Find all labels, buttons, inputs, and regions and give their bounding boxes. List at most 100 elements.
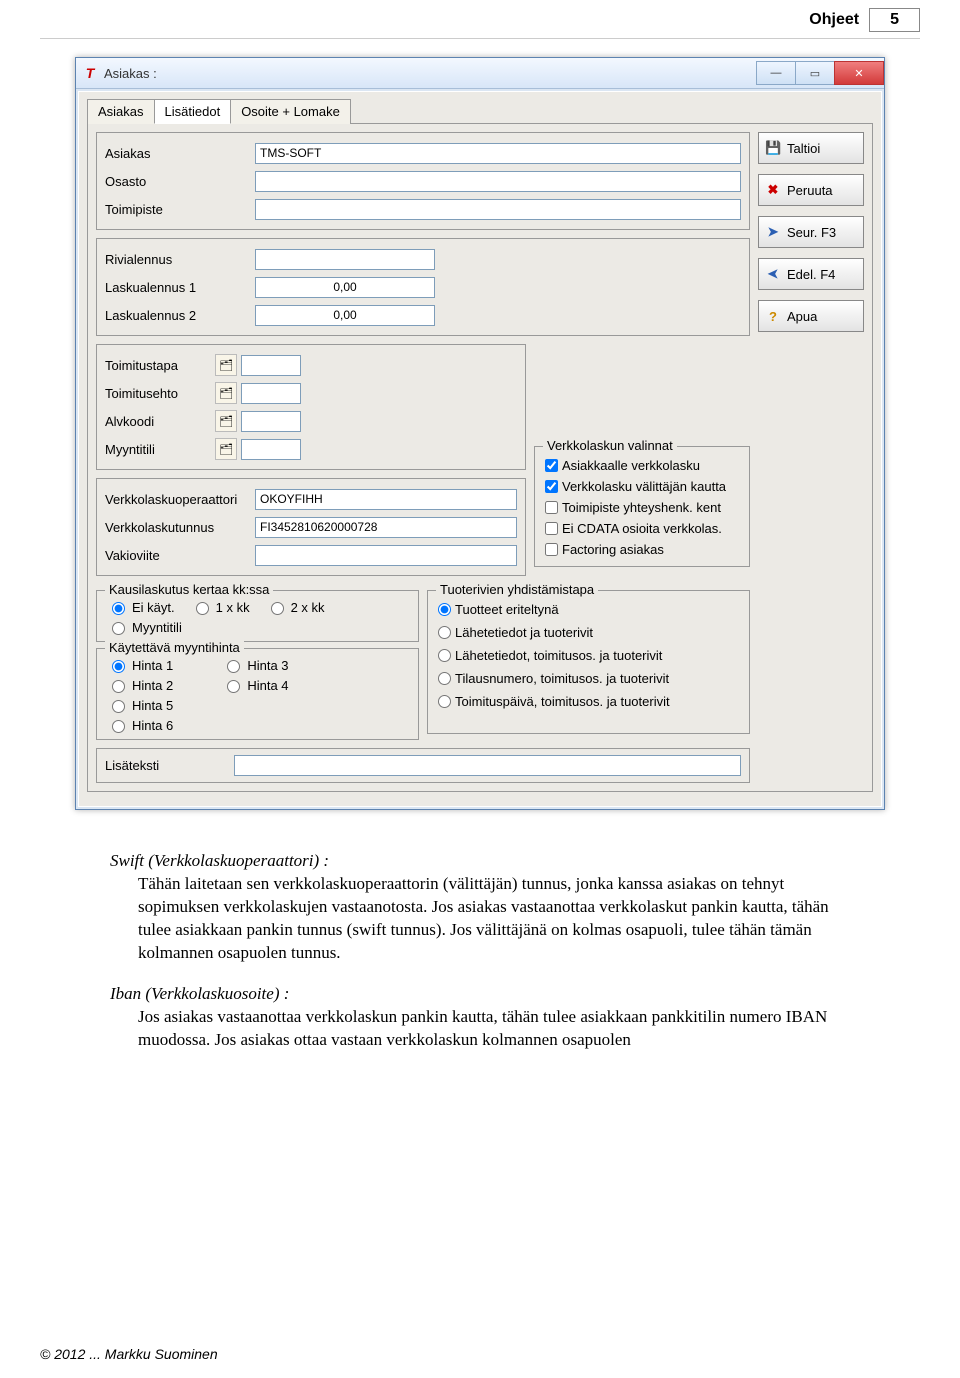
save-button-label: Taltioi [787, 141, 820, 156]
prev-button[interactable]: ➤Edel. F4 [758, 258, 864, 290]
page-number: 5 [869, 8, 920, 32]
radio-ei-kayt[interactable] [112, 602, 125, 615]
panel-verkkolasku: Verkkolaskuoperaattori Verkkolaskutunnus… [96, 478, 526, 576]
alvkoodi-input[interactable] [241, 411, 301, 432]
chk-valittaja[interactable] [545, 480, 558, 493]
radio-hinta6-label: Hinta 6 [132, 718, 173, 733]
laskualennus2-input[interactable] [255, 305, 435, 326]
save-button[interactable]: 💾 Taltioi [758, 132, 864, 164]
radio-2xkk[interactable] [271, 602, 284, 615]
laskualennus2-label: Laskualennus 2 [105, 308, 255, 323]
tab-osoite-lomake[interactable]: Osoite + Lomake [230, 99, 351, 124]
rivialennus-input[interactable] [255, 249, 435, 270]
radio-yhd3-label: Lähetetiedot, toimitusos. ja tuoterivit [455, 648, 662, 663]
panel-asiakas: Asiakas Osasto Toimipiste [96, 132, 750, 230]
radio-2xkk-label: 2 x kk [291, 600, 325, 615]
lookup-icon[interactable]: 🗂 [215, 438, 237, 460]
radio-hinta2-label: Hinta 2 [132, 678, 173, 693]
arrow-left-icon: ➤ [765, 266, 781, 282]
group-hinta: Käytettävä myyntihinta Hinta 1 Hinta 2 H… [96, 648, 419, 740]
vakioviite-input[interactable] [255, 545, 517, 566]
radio-hinta6[interactable] [112, 720, 125, 733]
close-button[interactable]: ✕ [834, 61, 884, 85]
tab-asiakas[interactable]: Asiakas [87, 99, 155, 124]
toimitusehto-input[interactable] [241, 383, 301, 404]
radio-hinta1-label: Hinta 1 [132, 658, 173, 673]
chk-toimipiste-label: Toimipiste yhteyshenk. kent [562, 500, 721, 515]
asiakas-label: Asiakas [105, 146, 255, 161]
lookup-icon[interactable]: 🗂 [215, 354, 237, 376]
vl-tunnus-input[interactable] [255, 517, 517, 538]
titlebar: T Asiakas : — ▭ ✕ [76, 58, 884, 89]
radio-yhd3[interactable] [438, 649, 451, 662]
radio-1xkk-label: 1 x kk [216, 600, 250, 615]
yhd-title: Tuoterivien yhdistämistapa [436, 582, 598, 597]
radio-yhd1-label: Tuotteet eriteltynä [455, 602, 559, 617]
panel-toimitus: Toimitustapa 🗂 Toimitusehto 🗂 [96, 344, 526, 470]
iban-heading: Iban (Verkkolaskuosoite) : [110, 984, 289, 1003]
save-icon: 💾 [765, 140, 781, 156]
toimitustapa-label: Toimitustapa [105, 358, 215, 373]
radio-yhd2-label: Lähetetiedot ja tuoterivit [455, 625, 593, 640]
page-header-title: Ohjeet [809, 11, 859, 29]
valinnat-title: Verkkolaskun valinnat [543, 438, 677, 453]
next-button[interactable]: ➤ Seur. F3 [758, 216, 864, 248]
minimize-button[interactable]: — [756, 61, 796, 85]
group-kausilaskutus: Kausilaskutus kertaa kk:ssa Ei käyt. 1 x… [96, 590, 419, 642]
radio-yhd4[interactable] [438, 672, 451, 685]
radio-yhd2[interactable] [438, 626, 451, 639]
hinta-title: Käytettävä myyntihinta [105, 640, 244, 655]
osasto-label: Osasto [105, 174, 255, 189]
group-verkkolasku-valinnat: Verkkolaskun valinnat Asiakkaalle verkko… [534, 446, 750, 567]
chk-cdata[interactable] [545, 522, 558, 535]
cancel-button[interactable]: ✖ Peruuta [758, 174, 864, 206]
radio-myyntitili[interactable] [112, 622, 125, 635]
alvkoodi-label: Alvkoodi [105, 414, 215, 429]
group-yhdistamistapa: Tuoterivien yhdistämistapa Tuotteet erit… [427, 590, 750, 734]
radio-hinta3[interactable] [227, 660, 240, 673]
arrow-right-icon: ➤ [765, 224, 781, 240]
toimitustapa-input[interactable] [241, 355, 301, 376]
radio-hinta1[interactable] [112, 660, 125, 673]
myyntitili-label: Myyntitili [105, 442, 215, 457]
radio-hinta4-label: Hinta 4 [247, 678, 288, 693]
app-window: T Asiakas : — ▭ ✕ Asiakas Lisätiedot Oso… [75, 57, 885, 810]
chk-factoring[interactable] [545, 543, 558, 556]
maximize-button[interactable]: ▭ [795, 61, 835, 85]
laskualennus1-input[interactable] [255, 277, 435, 298]
chk-cdata-label: Ei CDATA osioita verkkolas. [562, 521, 722, 536]
app-icon: T [82, 65, 98, 81]
kausi-title: Kausilaskutus kertaa kk:ssa [105, 582, 273, 597]
chk-toimipiste[interactable] [545, 501, 558, 514]
cancel-button-label: Peruuta [787, 183, 833, 198]
tab-lisatiedot[interactable]: Lisätiedot [154, 99, 232, 124]
myyntitili-input[interactable] [241, 439, 301, 460]
radio-hinta2[interactable] [112, 680, 125, 693]
rivialennus-label: Rivialennus [105, 252, 255, 267]
chk-asiakkaalle[interactable] [545, 459, 558, 472]
radio-hinta4[interactable] [227, 680, 240, 693]
footer-copyright: © 2012 ... Markku Suominen [40, 1346, 218, 1362]
vl-op-input[interactable] [255, 489, 517, 510]
lookup-icon[interactable]: 🗂 [215, 410, 237, 432]
radio-yhd4-label: Tilausnumero, toimitusos. ja tuoterivit [455, 671, 669, 686]
radio-yhd1[interactable] [438, 603, 451, 616]
radio-myyntitili-label: Myyntitili [132, 620, 182, 635]
help-button[interactable]: ? Apua [758, 300, 864, 332]
chk-asiakkaalle-label: Asiakkaalle verkkolasku [562, 458, 700, 473]
help-icon: ? [765, 309, 781, 324]
toimipiste-input[interactable] [255, 199, 741, 220]
asiakas-input[interactable] [255, 143, 741, 164]
next-button-label: Seur. F3 [787, 225, 836, 240]
lookup-icon[interactable]: 🗂 [215, 382, 237, 404]
lisateksti-input[interactable] [234, 755, 741, 776]
window-title: Asiakas : [104, 66, 157, 81]
radio-hinta5[interactable] [112, 700, 125, 713]
radio-1xkk[interactable] [196, 602, 209, 615]
osasto-input[interactable] [255, 171, 741, 192]
toimipiste-label: Toimipiste [105, 202, 255, 217]
radio-ei-kayt-label: Ei käyt. [132, 600, 175, 615]
radio-yhd5[interactable] [438, 695, 451, 708]
help-button-label: Apua [787, 309, 817, 324]
cancel-icon: ✖ [765, 182, 781, 198]
